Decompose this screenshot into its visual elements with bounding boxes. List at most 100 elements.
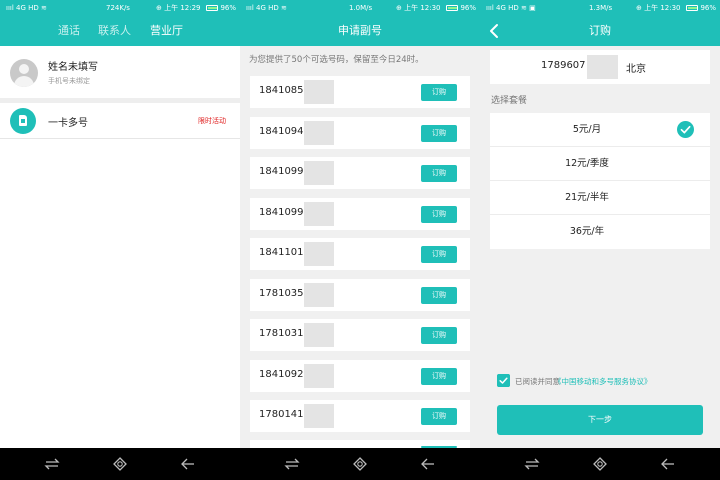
order-screen: ıııl 4G HD ≋ ▣ 1.3M/s ⊕ 上午 12:30 96% 订购 … (480, 0, 720, 448)
plan-option-monthly[interactable]: 5元/月 (490, 113, 710, 147)
masked-digits (304, 161, 334, 185)
masked-digits (587, 55, 618, 79)
back-icon[interactable] (660, 456, 676, 472)
battery-percent: 96% (220, 4, 236, 12)
order-button[interactable]: 订购 (421, 165, 457, 182)
tab-business-hall[interactable]: 营业厅 (150, 16, 183, 46)
selected-number: 1789607 (541, 60, 586, 71)
number-row: 1841094 订购 (250, 117, 470, 149)
user-profile-row[interactable]: 姓名未填写 手机号未绑定 (0, 46, 240, 98)
multi-number-row[interactable]: 一卡多号 限时活动 (0, 103, 240, 139)
order-button[interactable]: 订购 (421, 287, 457, 304)
plan-label: 36元/年 (569, 226, 605, 237)
promo-badge: 限时活动 (198, 117, 226, 125)
home-icon[interactable] (112, 456, 128, 472)
battery-icon (686, 5, 698, 11)
plan-option-yearly[interactable]: 36元/年 (490, 215, 710, 249)
system-nav-bar (0, 448, 720, 480)
top-tab-bar: 通话 联系人 营业厅 (0, 16, 240, 46)
number-row: 1841099 订购 (250, 157, 470, 189)
reservation-notice: 为您提供了50个可选号码，保留至今日24时。 (249, 55, 424, 65)
avatar (10, 59, 38, 87)
signal-indicator: ıııl 4G HD ≋ (246, 4, 287, 12)
recent-apps-icon[interactable] (524, 456, 540, 472)
title-bar: 申请副号 (240, 16, 480, 46)
next-step-button[interactable]: 下一步 (497, 405, 703, 435)
clock: ⊕ 上午 12:29 (156, 4, 201, 12)
plan-section-label: 选择套餐 (491, 96, 528, 106)
number-row-partial (250, 440, 470, 448)
sim-card-icon (10, 108, 36, 134)
home-icon[interactable] (352, 456, 368, 472)
order-button[interactable]: 订购 (421, 408, 457, 425)
battery-percent: 96% (700, 4, 716, 12)
battery-icon (206, 5, 218, 11)
phone-number: 1841085 (259, 85, 304, 96)
title-bar: 订购 (480, 16, 720, 46)
order-button[interactable]: 订购 (421, 327, 457, 344)
masked-digits (304, 364, 334, 388)
agree-checkbox[interactable] (497, 374, 510, 387)
back-icon[interactable] (180, 456, 196, 472)
plan-label: 21元/半年 (565, 192, 609, 203)
order-button[interactable]: 订购 (421, 368, 457, 385)
page-title: 申请副号 (338, 24, 382, 37)
apply-secondary-number-screen: ıııl 4G HD ≋ 1.0M/s ⊕ 上午 12:30 96% 申请副号 … (240, 0, 480, 448)
user-name: 姓名未填写 (48, 62, 98, 73)
phone-number: 1781035 (259, 288, 304, 299)
back-icon[interactable] (420, 456, 436, 472)
clock: ⊕ 上午 12:30 (396, 4, 441, 12)
plan-label: 12元/季度 (565, 158, 609, 169)
network-speed: 1.3M/s (589, 4, 613, 12)
order-button[interactable]: 订购 (421, 246, 457, 263)
phone-number: 1781031 (259, 328, 304, 339)
plan-option-half-year[interactable]: 21元/半年 (490, 181, 710, 215)
tab-contacts[interactable]: 联系人 (98, 16, 131, 46)
contacts-screen: ıııl 4G HD ≋ 724K/s ⊕ 上午 12:29 96% 通话 联系… (0, 0, 240, 448)
phone-number: 1841099 (259, 166, 304, 177)
number-row: 1781031 订购 (250, 319, 470, 351)
network-speed: 724K/s (106, 4, 130, 12)
service-agreement-link[interactable]: 《中国移动和多号服务协议》 (554, 376, 652, 387)
check-icon (677, 121, 694, 138)
masked-digits (304, 80, 334, 104)
number-row: 1780141 订购 (250, 400, 470, 432)
status-bar: ıııl 4G HD ≋ 1.0M/s ⊕ 上午 12:30 96% (240, 0, 480, 16)
signal-indicator: ıııl 4G HD ≋ ▣ (486, 4, 536, 12)
phone-number: 1841094 (259, 126, 304, 137)
recent-apps-icon[interactable] (44, 456, 60, 472)
masked-digits (304, 121, 334, 145)
user-phone-status: 手机号未绑定 (48, 77, 90, 85)
feature-label: 一卡多号 (48, 118, 88, 129)
plan-list: 5元/月 12元/季度 21元/半年 36元/年 (490, 113, 710, 249)
masked-digits (304, 242, 334, 266)
order-button[interactable]: 订购 (421, 84, 457, 101)
network-speed: 1.0M/s (349, 4, 373, 12)
battery-icon (446, 5, 458, 11)
order-button[interactable]: 订购 (421, 206, 457, 223)
tab-calls[interactable]: 通话 (58, 16, 80, 46)
masked-digits (304, 404, 334, 428)
order-button[interactable]: 订购 (421, 125, 457, 142)
signal-indicator: ıııl 4G HD ≋ (6, 4, 47, 12)
number-row: 1841099 订购 (250, 198, 470, 230)
clock: ⊕ 上午 12:30 (636, 4, 681, 12)
number-city: 北京 (626, 64, 646, 75)
masked-digits (304, 283, 334, 307)
number-row: 1841092 订购 (250, 360, 470, 392)
recent-apps-icon[interactable] (284, 456, 300, 472)
number-row: 1841101 订购 (250, 238, 470, 270)
page-title: 订购 (589, 24, 611, 37)
number-row: 1841085 订购 (250, 76, 470, 108)
phone-number: 1841092 (259, 369, 304, 380)
status-bar: ıııl 4G HD ≋ 724K/s ⊕ 上午 12:29 96% (0, 0, 240, 16)
plan-label: 5元/月 (572, 124, 602, 135)
masked-digits (304, 323, 334, 347)
phone-number: 1841101 (259, 247, 304, 258)
battery-percent: 96% (460, 4, 476, 12)
phone-number: 1780141 (259, 409, 304, 420)
number-row: 1781035 订购 (250, 279, 470, 311)
masked-digits (304, 202, 334, 226)
home-icon[interactable] (592, 456, 608, 472)
plan-option-quarterly[interactable]: 12元/季度 (490, 147, 710, 181)
